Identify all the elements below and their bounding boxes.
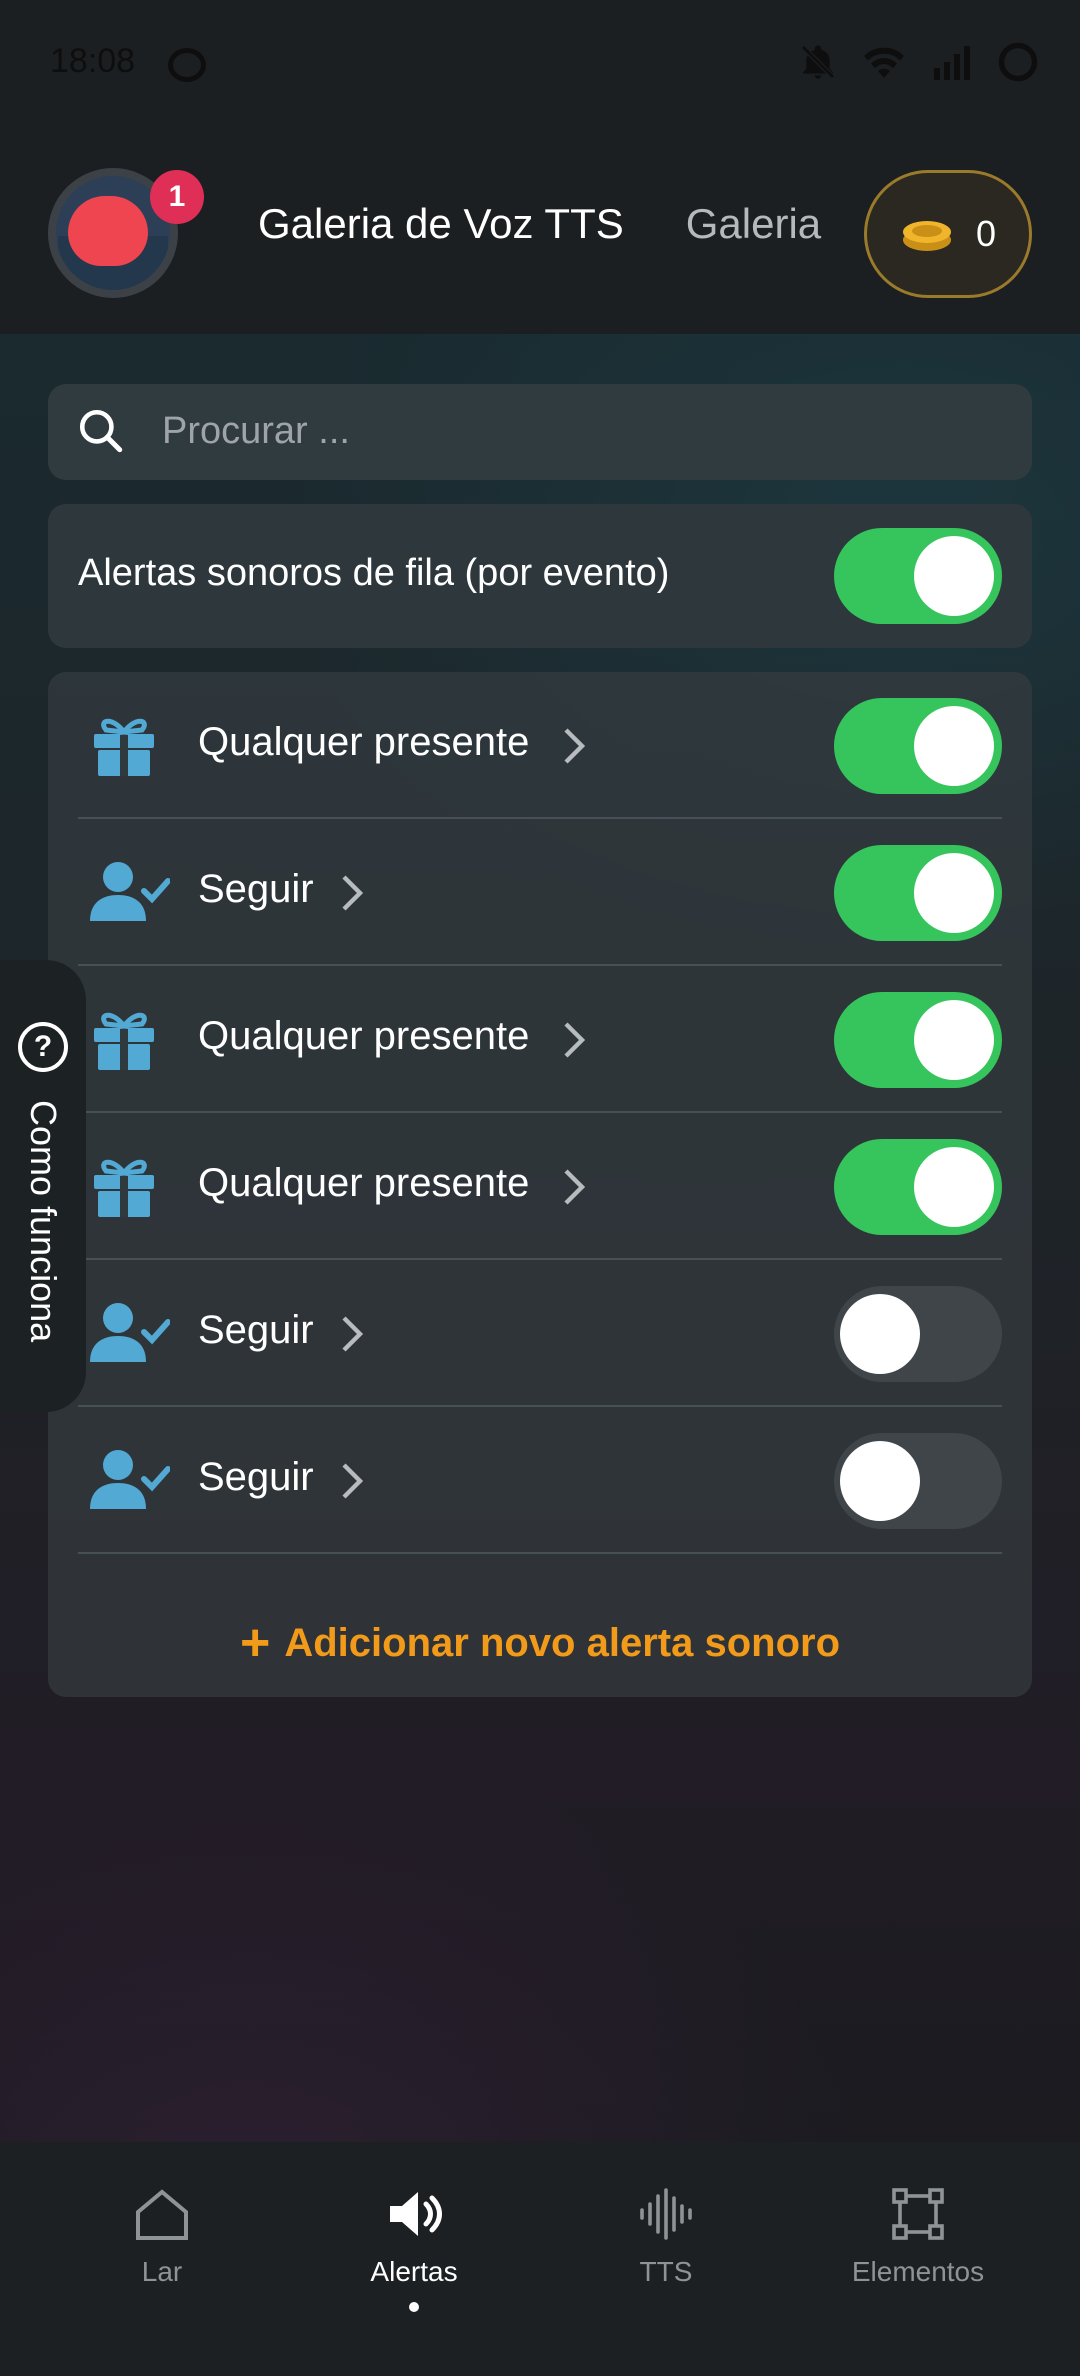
coins-button[interactable]: 0 xyxy=(864,170,1032,298)
how-it-works-tab[interactable]: ? Como funciona xyxy=(0,960,86,1412)
frame-icon xyxy=(892,2188,944,2240)
chevron-right-icon xyxy=(564,1022,586,1058)
status-icons xyxy=(798,40,1040,84)
add-alert-label: Adicionar novo alerta sonoro xyxy=(284,1620,841,1665)
toggle-knob xyxy=(914,1000,994,1080)
nav-home-label: Lar xyxy=(141,2256,183,2287)
search-bar[interactable]: Procurar ... xyxy=(48,384,1032,480)
toggle-knob xyxy=(840,1294,920,1374)
active-indicator xyxy=(409,2302,419,2312)
add-alert-button[interactable]: + Adicionar novo alerta sonoro xyxy=(48,1598,1032,1688)
nav-alerts-label: Alertas xyxy=(370,2256,458,2287)
tab-gallery[interactable]: Galeria xyxy=(686,200,821,248)
user-check-icon xyxy=(90,1303,170,1362)
alert-toggle[interactable] xyxy=(834,1286,1002,1382)
alert-label: Qualquer presente xyxy=(198,1161,530,1205)
nav-elements-label: Elementos xyxy=(851,2256,985,2287)
alert-label: Seguir xyxy=(198,1455,314,1499)
nav-tts-label: TTS xyxy=(639,2256,693,2287)
waveform-icon xyxy=(640,2188,692,2240)
queue-alerts-toggle[interactable] xyxy=(834,528,1002,624)
chevron-right-icon xyxy=(342,875,364,911)
plus-icon: + xyxy=(239,1614,271,1672)
alert-toggle[interactable] xyxy=(834,845,1002,941)
list-item[interactable]: Seguir xyxy=(78,1260,1002,1407)
help-icon: ? xyxy=(18,1022,68,1072)
bottom-nav: Lar Alertas TTS Elementos xyxy=(0,2142,1080,2376)
camera-record-icon xyxy=(168,48,206,82)
user-check-icon xyxy=(90,862,170,921)
coin-stack-icon xyxy=(902,221,951,251)
alert-label: Seguir xyxy=(198,867,314,911)
nav-tts[interactable]: TTS xyxy=(566,2186,766,2336)
alerts-list: Qualquer presente Seguir Qualquer presen… xyxy=(48,672,1032,1697)
list-item[interactable]: Qualquer presente xyxy=(78,1113,1002,1260)
notification-badge: 1 xyxy=(150,170,204,224)
alert-toggle[interactable] xyxy=(834,992,1002,1088)
alert-toggle[interactable] xyxy=(834,1139,1002,1235)
list-item[interactable]: Qualquer presente xyxy=(78,672,1002,819)
status-time: 18:08 xyxy=(50,42,136,80)
user-check-icon xyxy=(90,1450,170,1509)
gift-icon xyxy=(94,1159,154,1217)
nav-home[interactable]: Lar xyxy=(62,2186,262,2336)
chevron-right-icon xyxy=(564,1169,586,1205)
status-bar: 18:08 xyxy=(0,0,1080,130)
how-it-works-label: Como funciona xyxy=(23,1100,64,1343)
tab-voice-gallery[interactable]: Galeria de Voz TTS xyxy=(258,200,624,248)
alert-label: Qualquer presente xyxy=(198,1014,530,1058)
signal-icon xyxy=(934,46,970,80)
toggle-knob xyxy=(914,1147,994,1227)
speaker-icon xyxy=(390,2192,442,2236)
alert-toggle[interactable] xyxy=(834,1433,1002,1529)
wifi-icon xyxy=(864,47,904,78)
chevron-right-icon xyxy=(342,1316,364,1352)
nav-elements[interactable]: Elementos xyxy=(818,2186,1018,2336)
toggle-knob xyxy=(840,1441,920,1521)
coin-count: 0 xyxy=(975,213,997,254)
toggle-knob xyxy=(914,706,994,786)
bell-off-icon xyxy=(801,45,835,79)
battery-ring-icon xyxy=(998,42,1038,82)
alert-label: Qualquer presente xyxy=(198,720,530,764)
queue-alerts-card: Alertas sonoros de fila (por evento) xyxy=(48,504,1032,648)
list-item[interactable]: Seguir xyxy=(78,1407,1002,1554)
toggle-knob xyxy=(914,536,994,616)
gift-icon xyxy=(94,1012,154,1070)
search-icon xyxy=(79,409,123,453)
list-item[interactable]: Seguir xyxy=(78,819,1002,966)
list-item[interactable]: Qualquer presente xyxy=(78,966,1002,1113)
home-icon xyxy=(136,2189,188,2240)
chevron-right-icon xyxy=(342,1463,364,1499)
toggle-knob xyxy=(914,853,994,933)
avatar-photo xyxy=(68,196,148,266)
header-tabs: Galeria de Voz TTS Galeria xyxy=(258,200,838,270)
alert-label: Seguir xyxy=(198,1308,314,1352)
chevron-right-icon xyxy=(564,728,586,764)
alert-toggle[interactable] xyxy=(834,698,1002,794)
search-input[interactable]: Procurar ... xyxy=(162,410,350,453)
nav-alerts[interactable]: Alertas xyxy=(314,2186,514,2336)
top-header: 1 Galeria de Voz TTS Galeria 0 xyxy=(0,130,1080,334)
queue-alerts-label: Alertas sonoros de fila (por evento) xyxy=(78,552,670,594)
gift-icon xyxy=(94,718,154,776)
